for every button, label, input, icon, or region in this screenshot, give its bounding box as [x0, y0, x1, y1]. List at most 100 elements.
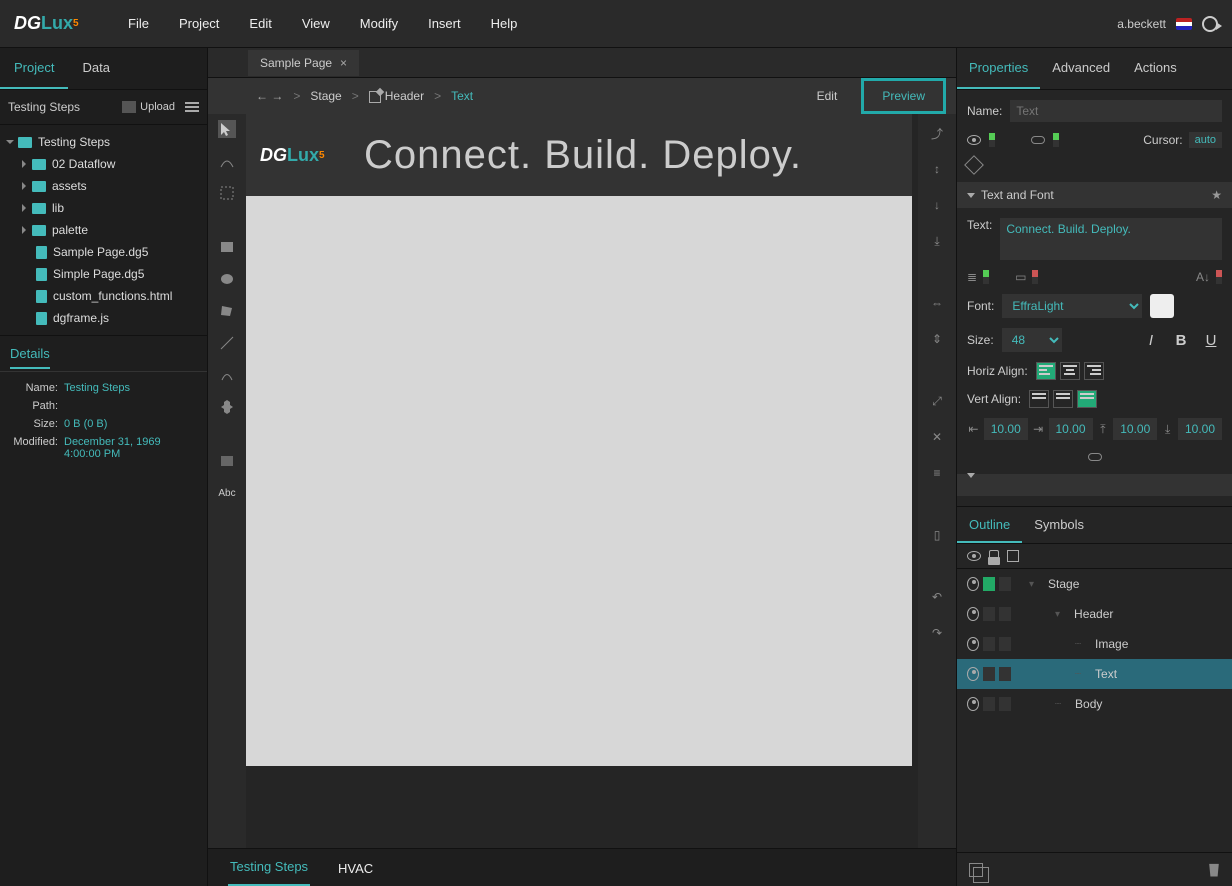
component-tool-icon[interactable] [218, 398, 236, 416]
tab-project[interactable]: Project [0, 48, 68, 89]
tab-actions[interactable]: Actions [1122, 48, 1189, 89]
edit-cell[interactable] [999, 577, 1011, 591]
halign-right[interactable] [1084, 362, 1104, 380]
logout-icon[interactable] [1202, 16, 1218, 32]
tree-folder[interactable]: palette [0, 219, 207, 241]
tab-data[interactable]: Data [68, 48, 123, 89]
menu-edit[interactable]: Edit [249, 16, 271, 31]
bc-text[interactable]: Text [451, 89, 473, 103]
section-text-font[interactable]: Text and Font ★ [957, 182, 1232, 208]
edit-cell[interactable] [999, 667, 1011, 681]
pen-tool-icon[interactable] [218, 366, 236, 384]
valign-middle[interactable] [1053, 390, 1073, 408]
tree-folder[interactable]: 02 Dataflow [0, 153, 207, 175]
visibility-icon[interactable] [967, 135, 981, 145]
pad-top-input[interactable] [1113, 418, 1157, 440]
upload-button[interactable]: Upload [122, 101, 175, 113]
lock-cell[interactable] [983, 667, 995, 681]
spacing-icon[interactable]: ▯ [928, 526, 946, 544]
edit-icon[interactable] [1007, 550, 1019, 562]
expand-icon[interactable]: ⤢ [928, 392, 946, 410]
menu-view[interactable]: View [302, 16, 330, 31]
valign-bottom[interactable] [1077, 390, 1097, 408]
link-icon[interactable] [1031, 136, 1045, 144]
halign-center[interactable] [1060, 362, 1080, 380]
select-tool-icon[interactable] [218, 120, 236, 138]
tab-properties[interactable]: Properties [957, 48, 1040, 89]
pad-bottom-input[interactable] [1178, 418, 1222, 440]
lock-cell[interactable] [983, 697, 995, 711]
fit-height-icon[interactable]: ⇕ [928, 330, 946, 348]
visibility-icon[interactable] [967, 551, 981, 561]
edit-cell[interactable] [999, 637, 1011, 651]
edit-cell[interactable] [999, 697, 1011, 711]
tree-file[interactable]: dgframe.js [0, 307, 207, 329]
preview-mode-button[interactable]: Preview [861, 78, 946, 114]
rect-tool-icon[interactable] [218, 238, 236, 256]
eye-icon[interactable] [967, 577, 979, 591]
text-input[interactable]: Connect. Build. Deploy. [1000, 218, 1222, 260]
tree-root[interactable]: Testing Steps [0, 131, 207, 153]
document-tab[interactable]: Sample Page × [248, 50, 359, 76]
menu-help[interactable]: Help [491, 16, 518, 31]
size-select[interactable]: 48 [1002, 328, 1062, 352]
bc-header[interactable]: Header [369, 89, 424, 103]
lock-cell[interactable] [983, 607, 995, 621]
tree-file[interactable]: Sample Page.dg5 [0, 241, 207, 263]
menu-file[interactable]: File [128, 16, 149, 31]
outline-row-body[interactable]: ┈Body [957, 689, 1232, 719]
tree-file[interactable]: Simple Page.dg5 [0, 263, 207, 285]
bottom-tab-hvac[interactable]: HVAC [336, 851, 375, 886]
eye-icon[interactable] [967, 637, 979, 651]
crop-icon[interactable]: ✕ [928, 428, 946, 446]
tree-folder[interactable]: lib [0, 197, 207, 219]
polygon-tool-icon[interactable] [218, 302, 236, 320]
bc-stage[interactable]: Stage [310, 89, 341, 103]
gradient-tool-icon[interactable] [218, 452, 236, 470]
tab-advanced[interactable]: Advanced [1040, 48, 1122, 89]
tab-outline[interactable]: Outline [957, 507, 1022, 543]
stack-icon[interactable] [969, 863, 983, 877]
tab-symbols[interactable]: Symbols [1022, 507, 1096, 543]
edit-cell[interactable] [999, 607, 1011, 621]
tree-folder[interactable]: assets [0, 175, 207, 197]
path-tool-icon[interactable] [218, 152, 236, 170]
edit-mode-button[interactable]: Edit [817, 89, 838, 103]
canvas[interactable]: DGLux5 Connect. Build. Deploy. [246, 114, 918, 848]
nav-arrows[interactable]: ← → [256, 89, 283, 103]
link-padding-icon[interactable] [1088, 453, 1102, 461]
trash-icon[interactable] [1208, 863, 1220, 877]
fit-width-icon[interactable]: ⇔ [928, 294, 946, 312]
lock-icon[interactable] [989, 550, 999, 562]
eye-icon[interactable] [967, 697, 979, 711]
redo-icon[interactable]: ↷ [928, 624, 946, 642]
tree-file[interactable]: custom_functions.html [0, 285, 207, 307]
align-vcenter-icon[interactable]: ↕ [928, 160, 946, 178]
bold-button[interactable]: B [1170, 329, 1192, 351]
menu-modify[interactable]: Modify [360, 16, 398, 31]
list-view-icon[interactable] [185, 102, 199, 112]
halign-left[interactable] [1036, 362, 1056, 380]
outline-row-stage[interactable]: ▾Stage [957, 569, 1232, 599]
pad-left-input[interactable] [984, 418, 1028, 440]
align-bottom-icon[interactable]: ↓ [928, 196, 946, 214]
menu-insert[interactable]: Insert [428, 16, 461, 31]
text-tool-icon[interactable]: Abc [218, 484, 236, 502]
outline-row-header[interactable]: ▾Header [957, 599, 1232, 629]
close-icon[interactable]: × [340, 56, 347, 70]
name-input[interactable] [1010, 100, 1222, 122]
font-select[interactable]: EffraLight [1002, 294, 1142, 318]
diamond-icon[interactable] [964, 155, 984, 175]
eye-icon[interactable] [967, 667, 979, 681]
undo-icon[interactable]: ↶ [928, 588, 946, 606]
font-color-swatch[interactable] [1150, 294, 1174, 318]
eye-icon[interactable] [967, 607, 979, 621]
outline-row-text[interactable]: ┈Text [957, 659, 1232, 689]
line-tool-icon[interactable] [218, 334, 236, 352]
cursor-value[interactable]: auto [1189, 132, 1222, 148]
bottom-tab-testing[interactable]: Testing Steps [228, 849, 310, 886]
lock-cell[interactable] [983, 577, 995, 591]
underline-button[interactable]: U [1200, 329, 1222, 351]
lock-cell[interactable] [983, 637, 995, 651]
valign-top[interactable] [1029, 390, 1049, 408]
